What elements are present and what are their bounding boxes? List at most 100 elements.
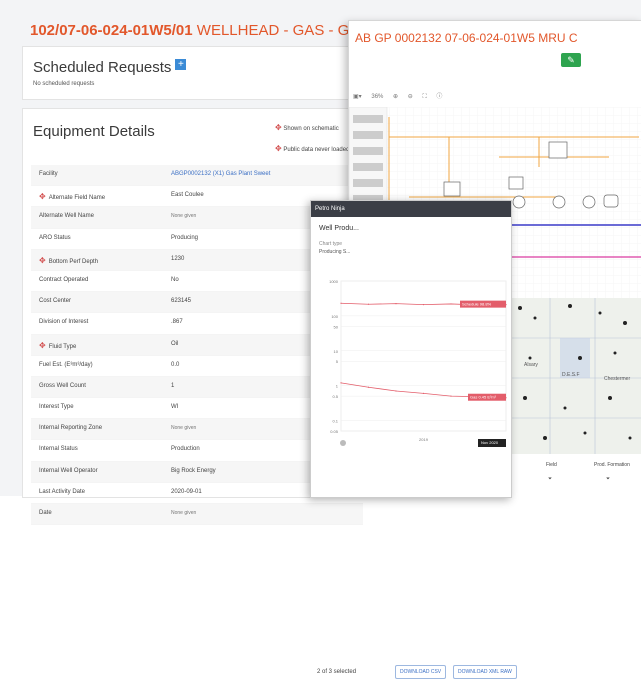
equipment-details-title: Equipment Details (33, 123, 155, 140)
table-row: Facility ABGP0002132 (X1) Gas Plant Sweet (31, 165, 363, 187)
row-label: Gross Well Count (39, 382, 86, 389)
panel-toggle-icon[interactable]: ▣▾ (353, 94, 362, 100)
chart-type-label: Chart type (319, 241, 343, 247)
row-label: Division of Interest (39, 319, 89, 326)
info-icon[interactable]: ⓘ (436, 94, 442, 100)
row-value: 623145 (171, 298, 192, 305)
window-titlebar[interactable]: Petro Ninja (311, 201, 511, 217)
y-tick-label: 10 (334, 349, 339, 354)
y-tick-label: 0.5 (332, 394, 338, 399)
public-marker-icon: ✥ (275, 144, 282, 153)
facility-link[interactable]: ABGP0002132 (X1) Gas Plant Sweet (171, 171, 270, 177)
data-point (422, 392, 425, 394)
y-tick-label: 5 (336, 359, 339, 364)
col-formation[interactable]: Prod. Formation (594, 462, 630, 468)
fit-icon[interactable]: ⛶ (422, 94, 426, 100)
y-tick-label: 1 (336, 384, 339, 389)
zoom-in-icon[interactable]: ⊕ (393, 94, 398, 100)
row-label: Internal Reporting Zone (39, 425, 103, 432)
row-label: Cost Center (39, 298, 72, 305)
row-value: WI (171, 404, 179, 411)
well-list-header: Field Prod. Formation ⏷ ⏷ (510, 454, 641, 496)
row-value: 1 (171, 382, 175, 389)
row-label: Internal Well Operator (39, 467, 98, 474)
map-label: Alsary (524, 362, 538, 368)
schematic-title: AB GP 0002132 07-06-024-01W5 MRU C (355, 31, 578, 45)
row-label: Interest Type (39, 404, 74, 411)
y-tick-label: 100 (331, 314, 338, 319)
chart-footer: 2 of 3 selected DOWNLOAD CSV DOWNLOAD XM… (311, 653, 517, 697)
schematic-toolbar: ▣▾ 36% ⊕ ⊖ ⛶ ⓘ (353, 91, 450, 103)
schematic-marker-icon: ✥ (39, 192, 46, 202)
row-label: ARO Status (39, 234, 71, 241)
map-view[interactable]: Alsary D.E.S.F Chestermer (510, 298, 641, 454)
chart-type-select[interactable]: Producing S... (319, 249, 350, 255)
edit-button[interactable]: ✎ (561, 53, 581, 67)
scheduled-requests-card: Scheduled Requests + No scheduled request… (22, 46, 364, 100)
row-label: Fuel Est. (E³m³/day) (39, 361, 93, 368)
row-label: ✥ Alternate Field Name (39, 192, 106, 202)
zoom-out-icon[interactable]: ⊖ (408, 94, 413, 100)
add-request-button[interactable]: + (175, 59, 187, 70)
y-tick-label: 0.1 (332, 419, 338, 424)
data-point (395, 390, 397, 392)
row-value: .867 (171, 319, 183, 326)
row-value: None given (171, 425, 197, 432)
row-value: Producing (171, 234, 199, 241)
data-point (367, 303, 370, 305)
scheduled-requests-title: Scheduled Requests + (33, 59, 187, 76)
row-value: Oil (171, 340, 179, 347)
data-point (340, 382, 342, 384)
row-value: None given (171, 213, 197, 220)
production-chart-window: Petro Ninja Well Produ... Chart type Pro… (310, 200, 517, 679)
row-label: Internal Status (39, 446, 78, 453)
date-tooltip-text: Nov 2020 (481, 440, 499, 445)
row-value: 2020-09-01 (171, 488, 202, 495)
download-csv-button[interactable]: DOWNLOAD CSV (395, 665, 447, 679)
row-value: Production (171, 446, 200, 453)
schematic-marker-icon: ✥ (275, 123, 282, 132)
y-tick-label: 0.05 (330, 429, 339, 434)
row-label: ✥ Bottom Perf Depth (39, 255, 99, 265)
row-value: East Coulee (171, 192, 204, 199)
production-chart: 1000 100 50 10 5 1 0.5 0.1 0.05 2019 Schedule 98.8… (329, 279, 507, 447)
row-label: Alternate Well Name (39, 213, 94, 220)
data-point (450, 303, 452, 305)
row-value: Big Rock Energy (171, 467, 216, 474)
schedule-value-text: Schedule 98.8% (462, 302, 492, 307)
row-label: Last Activity Date (39, 488, 86, 495)
data-point (422, 304, 425, 306)
no-requests-text: No scheduled requests (33, 81, 95, 87)
map-label: Chestermer (604, 376, 631, 382)
row-value: 1230 (171, 255, 185, 262)
row-label: ✥ Fluid Type (39, 340, 77, 350)
y-tick-label: 1000 (329, 279, 339, 284)
row-value: No (171, 276, 179, 283)
data-point (367, 386, 370, 388)
filter-icon[interactable]: ⏷ (606, 476, 610, 482)
row-label: Contract Operated (39, 276, 89, 283)
legend-schematic: ✥ Shown on schematic (275, 123, 339, 132)
schematic-marker-icon: ✥ (39, 340, 46, 350)
data-point (450, 395, 452, 397)
row-value: 0.0 (171, 361, 180, 368)
y-tick-label: 50 (334, 324, 339, 329)
gas-value-text: Gas 0.45 E³m³ (470, 395, 497, 400)
filter-icon[interactable]: ⏷ (548, 476, 552, 482)
data-point (395, 302, 397, 305)
table-row: Date None given (31, 504, 363, 526)
range-handle-icon[interactable] (340, 440, 346, 446)
schematic-marker-icon: ✥ (39, 255, 46, 265)
col-field[interactable]: Field (546, 462, 557, 468)
x-tick-label: 2019 (419, 437, 429, 442)
chart-window-title: Well Produ... (319, 225, 359, 232)
series-selector[interactable]: 2 of 3 selected (317, 669, 356, 675)
row-label: Date (39, 510, 52, 516)
row-label: Facility (39, 171, 58, 177)
zoom-select[interactable]: 36% (371, 94, 383, 100)
map-label: D.E.S.F (562, 372, 580, 378)
download-xml-button[interactable]: DOWNLOAD XML RAW (453, 665, 517, 679)
legend-public: ✥ Public data never loaded (275, 144, 350, 153)
row-value: None given (171, 510, 197, 516)
data-point (340, 302, 342, 304)
